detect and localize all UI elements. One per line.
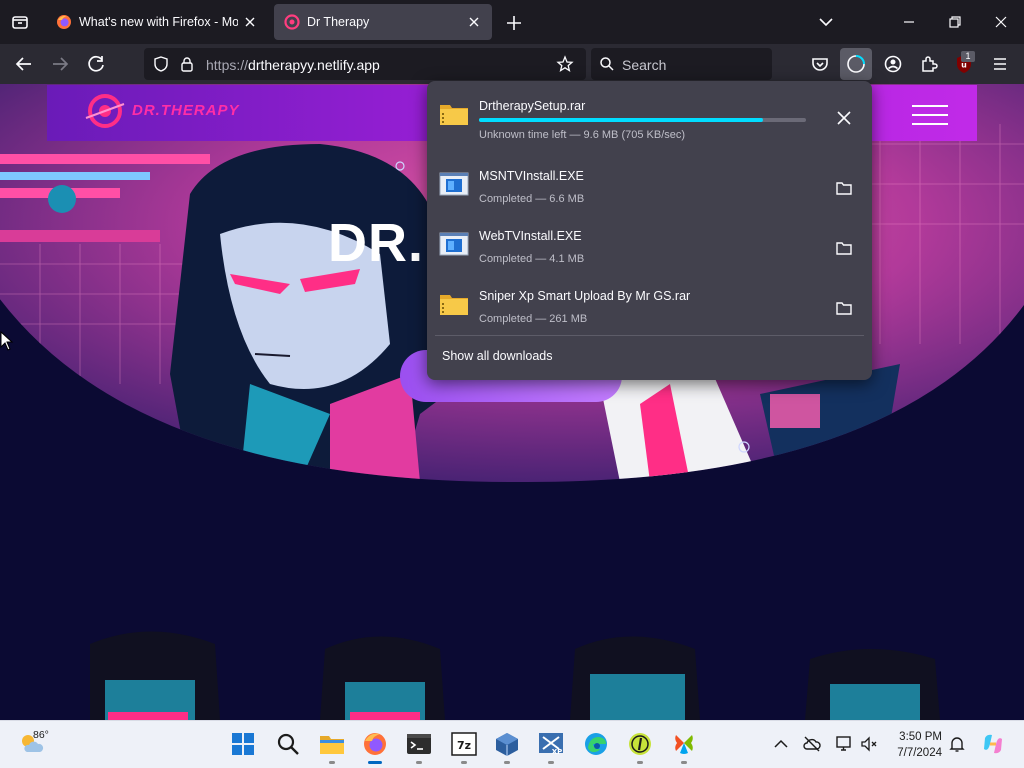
active-app-indicator (368, 761, 382, 764)
tab-strip: What's new with Firefox - More Dr Therap… (0, 0, 1024, 44)
dr-therapy-favicon-icon (284, 14, 300, 30)
download-item[interactable]: Sniper Xp Smart Upload By Mr GS.rar Comp… (435, 279, 864, 337)
hero-title: DR. (328, 213, 424, 273)
clock-time: 3:50 PM (899, 731, 942, 743)
archive-icon (440, 295, 468, 315)
tab-title: Dr Therapy (307, 15, 370, 29)
extension-badge: 1 (961, 51, 975, 62)
shield-icon[interactable] (152, 55, 170, 73)
running-indicator (681, 761, 687, 764)
clock-date: 7/7/2024 (897, 747, 942, 759)
running-indicator (504, 761, 510, 764)
chevron-up-icon[interactable] (771, 734, 791, 754)
weather-temperature: 86° (33, 729, 49, 741)
url-text: https://drtherapyy.netlify.app (206, 57, 380, 73)
cloud-offline-icon[interactable] (802, 734, 822, 754)
close-tab-icon[interactable] (242, 14, 258, 30)
divider (435, 335, 864, 336)
list-all-tabs-icon[interactable] (8, 10, 32, 34)
msn-icon[interactable] (671, 731, 697, 757)
taskbar: 86° 7z XP 3:50 PM 7/7/2024 (0, 720, 1024, 768)
cancel-download-icon[interactable] (835, 109, 853, 127)
bookmark-star-icon[interactable] (556, 55, 574, 73)
firefox-favicon-icon (57, 15, 71, 29)
running-indicator (548, 761, 554, 764)
chevron-down-icon[interactable] (816, 12, 836, 32)
download-item[interactable]: MSNTVInstall.EXE Completed — 6.6 MB (435, 159, 864, 217)
download-filename: MSNTVInstall.EXE (479, 169, 584, 183)
svg-text:XP: XP (552, 748, 563, 756)
download-filename: DrtherapySetup.rar (479, 99, 586, 113)
search-icon[interactable] (275, 731, 301, 757)
running-indicator (329, 761, 335, 764)
screen: What's new with Firefox - More Dr Therap… (0, 0, 1024, 768)
archive-icon (440, 105, 468, 125)
download-item[interactable]: DrtherapySetup.rar Unknown time left — 9… (435, 89, 864, 147)
lock-icon[interactable] (178, 55, 196, 73)
mouse-cursor-icon (0, 331, 14, 351)
notification-bell-icon[interactable] (947, 734, 967, 754)
download-filename: Sniper Xp Smart Upload By Mr GS.rar (479, 289, 691, 303)
url-host: drtherapyy.netlify.app (248, 57, 380, 73)
pinned-app-icon[interactable] (627, 731, 653, 757)
virtualbox-icon[interactable] (494, 731, 520, 757)
site-brand-logotype: DR.THERAPY (132, 102, 240, 119)
file-explorer-icon[interactable] (319, 731, 345, 757)
system-clock[interactable]: 3:50 PM 7/7/2024 (886, 729, 942, 761)
site-menu-icon[interactable] (911, 104, 949, 126)
site-logo-icon[interactable] (82, 88, 128, 134)
address-bar[interactable]: https://drtherapyy.netlify.app (144, 48, 586, 80)
download-status: Completed — 4.1 MB (479, 253, 585, 265)
show-in-folder-icon[interactable] (835, 239, 853, 257)
windows-xp-vm-icon[interactable]: XP (538, 731, 564, 757)
tab-dr-therapy[interactable]: Dr Therapy (274, 4, 492, 40)
search-box[interactable]: Search (591, 48, 772, 80)
new-tab-icon[interactable] (503, 12, 525, 34)
download-status: Completed — 6.6 MB (479, 193, 585, 205)
show-in-folder-icon[interactable] (835, 179, 853, 197)
exe-icon (439, 232, 469, 256)
download-progress-fill (479, 118, 764, 122)
close-tab-icon[interactable] (466, 14, 482, 30)
pocket-icon[interactable] (808, 52, 832, 76)
restore-icon[interactable] (945, 12, 965, 32)
tab-title: What's new with Firefox - More (79, 15, 238, 29)
extensions-puzzle-icon[interactable] (917, 52, 941, 76)
download-filename: WebTVInstall.EXE (479, 229, 582, 243)
tab-whats-new[interactable]: What's new with Firefox - More (46, 4, 268, 40)
show-all-downloads-button[interactable]: Show all downloads (442, 349, 553, 363)
account-icon[interactable] (881, 52, 905, 76)
network-icon[interactable] (834, 734, 854, 754)
copilot-icon[interactable] (981, 732, 1005, 756)
forward-arrow-icon[interactable] (48, 52, 72, 76)
search-placeholder: Search (622, 57, 667, 73)
7zip-icon[interactable]: 7z (451, 731, 477, 757)
back-arrow-icon[interactable] (12, 52, 36, 76)
reload-icon[interactable] (84, 52, 108, 76)
download-progress-icon (847, 55, 865, 73)
download-item[interactable]: WebTVInstall.EXE Completed — 4.1 MB (435, 219, 864, 277)
firefox-icon[interactable] (362, 731, 388, 757)
downloads-panel: DrtherapySetup.rar Unknown time left — 9… (427, 81, 872, 380)
hamburger-menu-icon[interactable] (988, 52, 1012, 76)
svg-text:7z: 7z (457, 739, 471, 752)
minimize-icon[interactable] (899, 12, 919, 32)
running-indicator (461, 761, 467, 764)
download-status: Unknown time left — 9.6 MB (705 KB/sec) (479, 129, 686, 141)
running-indicator (637, 761, 643, 764)
download-progress-bar (479, 118, 806, 122)
close-window-icon[interactable] (991, 12, 1011, 32)
show-in-folder-icon[interactable] (835, 299, 853, 317)
search-icon (600, 57, 614, 71)
terminal-icon[interactable] (406, 731, 432, 757)
downloads-button[interactable] (840, 48, 872, 80)
exe-icon (439, 172, 469, 196)
volume-muted-icon[interactable] (859, 734, 879, 754)
url-scheme: https:// (206, 57, 249, 73)
start-windows-icon[interactable] (230, 731, 256, 757)
running-indicator (416, 761, 422, 764)
download-status: Completed — 261 MB (479, 313, 588, 325)
edge-icon[interactable] (583, 731, 609, 757)
